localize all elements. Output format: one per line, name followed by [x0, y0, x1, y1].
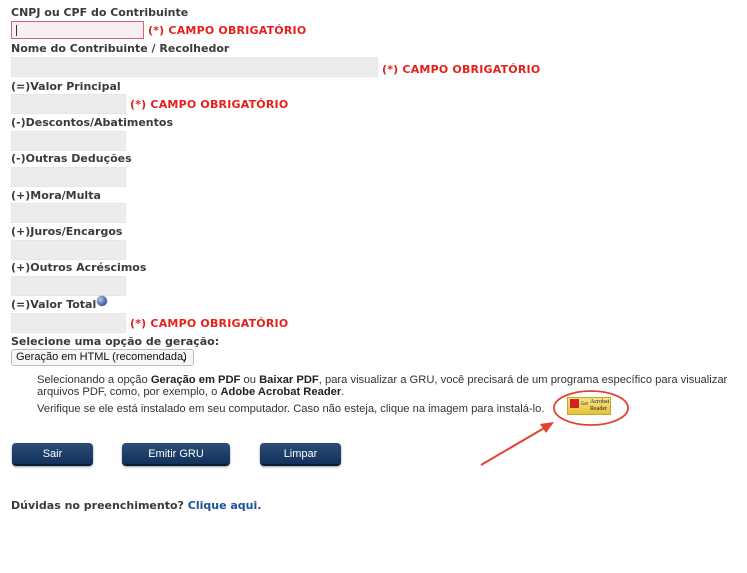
- valor-total-label: (=)Valor Total: [11, 298, 97, 311]
- mora-multa-input[interactable]: [11, 203, 126, 223]
- outras-deducoes-label: (-)Outras Deduções: [11, 152, 132, 165]
- cnpj-label: CNPJ ou CPF do Contribuinte: [11, 6, 189, 19]
- help-question-icon[interactable]: [97, 296, 107, 306]
- pdf-info-bold-1: Geração em PDF: [150, 374, 241, 386]
- chevron-down-icon: ⌄: [179, 353, 188, 364]
- valor-total-required-text: (*) CAMPO OBRIGATÓRIO: [130, 317, 289, 330]
- pdf-info-text-5: .: [341, 386, 345, 398]
- valor-principal-label: (=)Valor Principal: [11, 80, 121, 93]
- juros-encargos-input[interactable]: [11, 240, 126, 260]
- pdf-info-text-2: ou: [240, 374, 260, 386]
- limpar-button[interactable]: Limpar: [260, 443, 341, 466]
- annotation-circle: [553, 390, 629, 426]
- cnpj-input[interactable]: [11, 21, 144, 39]
- valor-total-input[interactable]: [11, 313, 126, 333]
- pdf-info-text: Selecionando a opção Geração em PDF ou B…: [37, 374, 747, 398]
- generation-selected-value: Geração em HTML (recomendada): [16, 351, 187, 363]
- generation-option-label: Selecione uma opção de geração:: [11, 335, 220, 348]
- nome-input[interactable]: [11, 57, 378, 77]
- annotation-arrow-head: [540, 422, 554, 433]
- valor-principal-required-text: (*) CAMPO OBRIGATÓRIO: [130, 98, 289, 111]
- nome-required-text: (*) CAMPO OBRIGATÓRIO: [382, 63, 541, 76]
- pdf-info-line1: Selecionando a opção Geração em PDF ou B…: [37, 374, 747, 386]
- generation-option-select[interactable]: Geração em HTML (recomendada) ⌄: [11, 349, 194, 366]
- help-section: Dúvidas no preenchimento? Clique aqui.: [11, 499, 261, 512]
- pdf-info-bold-3: Adobe Acrobat Reader: [220, 386, 342, 398]
- pdf-info-line2: arquivos PDF, como, por exemplo, o Adobe…: [37, 386, 747, 398]
- pdf-info-text-4: arquivos PDF, como, por exemplo, o: [37, 386, 221, 398]
- install-info-text: Verifique se ele está instalado em seu c…: [37, 403, 545, 415]
- annotation-overlay: [480, 390, 629, 466]
- help-link[interactable]: Clique aqui.: [188, 499, 262, 512]
- cnpj-required-text: (*) CAMPO OBRIGATÓRIO: [148, 24, 307, 37]
- annotation-arrow-line: [480, 426, 547, 466]
- juros-encargos-label: (+)Juros/Encargos: [11, 225, 123, 238]
- descontos-input[interactable]: [11, 131, 126, 151]
- help-question-text: Dúvidas no preenchimento?: [11, 499, 184, 512]
- outras-deducoes-input[interactable]: [11, 167, 126, 187]
- nome-label: Nome do Contribuinte / Recolhedor: [11, 42, 230, 55]
- mora-multa-label: (+)Mora/Multa: [11, 189, 101, 202]
- text-caret: [16, 25, 17, 36]
- pdf-info-bold-2: Baixar PDF: [259, 374, 319, 386]
- outros-acrescimos-label: (+)Outros Acréscimos: [11, 261, 147, 274]
- valor-principal-input[interactable]: [11, 94, 126, 114]
- emitir-gru-button[interactable]: Emitir GRU: [122, 443, 230, 466]
- pdf-info-text-1: Selecionando a opção: [37, 374, 151, 386]
- sair-button[interactable]: Sair: [12, 443, 93, 466]
- outros-acrescimos-input[interactable]: [11, 276, 126, 296]
- descontos-label: (-)Descontos/Abatimentos: [11, 116, 174, 129]
